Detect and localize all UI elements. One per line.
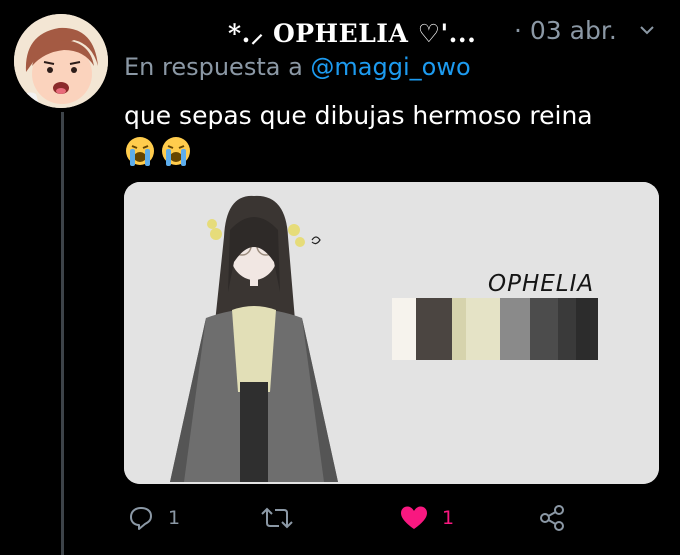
reply-mention-link[interactable]: @maggi_owo: [310, 53, 470, 81]
retweet-button[interactable]: [261, 500, 307, 536]
heart-icon: [401, 506, 427, 529]
reply-icon: [130, 507, 152, 530]
palette-swatch: [500, 298, 530, 360]
palette-swatch: [392, 298, 416, 360]
palette-swatch: [530, 298, 558, 360]
reply-count: 1: [168, 507, 181, 529]
tweet-date[interactable]: · 03 abr.: [514, 16, 617, 45]
palette-swatch: [416, 298, 452, 360]
like-count: 1: [442, 507, 455, 529]
color-palette: [392, 298, 598, 360]
share-icon: [540, 505, 564, 531]
loudly-crying-face-icon: [126, 137, 154, 166]
reply-prefix: En respuesta a: [124, 53, 303, 81]
reply-context: En respuesta a @maggi_owo: [124, 53, 471, 81]
avatar[interactable]: [14, 14, 108, 108]
tweet-text: que sepas que dibujas hermoso reina: [124, 97, 654, 173]
palette-swatch: [576, 298, 598, 360]
artwork-title: OPHELIA: [488, 271, 595, 297]
reply-button[interactable]: 1: [128, 500, 180, 536]
tweet-header: *.⸝ OPHELIA ♡'... · 03 abr.: [124, 10, 670, 48]
palette-swatch: [452, 298, 466, 360]
thread-line: [61, 112, 64, 555]
tweet-media[interactable]: OPHELIA: [124, 182, 659, 484]
palette-swatch: [558, 298, 576, 360]
palette-swatch: [466, 298, 500, 360]
emoji-row: [124, 135, 654, 173]
display-name[interactable]: *.⸝ OPHELIA ♡'...: [228, 16, 476, 50]
tweet-body: que sepas que dibujas hermoso reina: [124, 101, 593, 130]
share-button[interactable]: [538, 500, 566, 536]
loudly-crying-face-icon: [162, 137, 190, 166]
like-button[interactable]: 1: [400, 500, 454, 536]
avatar-image: [14, 14, 108, 108]
retweet-icon: [261, 507, 293, 529]
chevron-down-icon[interactable]: [637, 20, 657, 40]
tweet-actions: 1 1: [124, 500, 664, 536]
